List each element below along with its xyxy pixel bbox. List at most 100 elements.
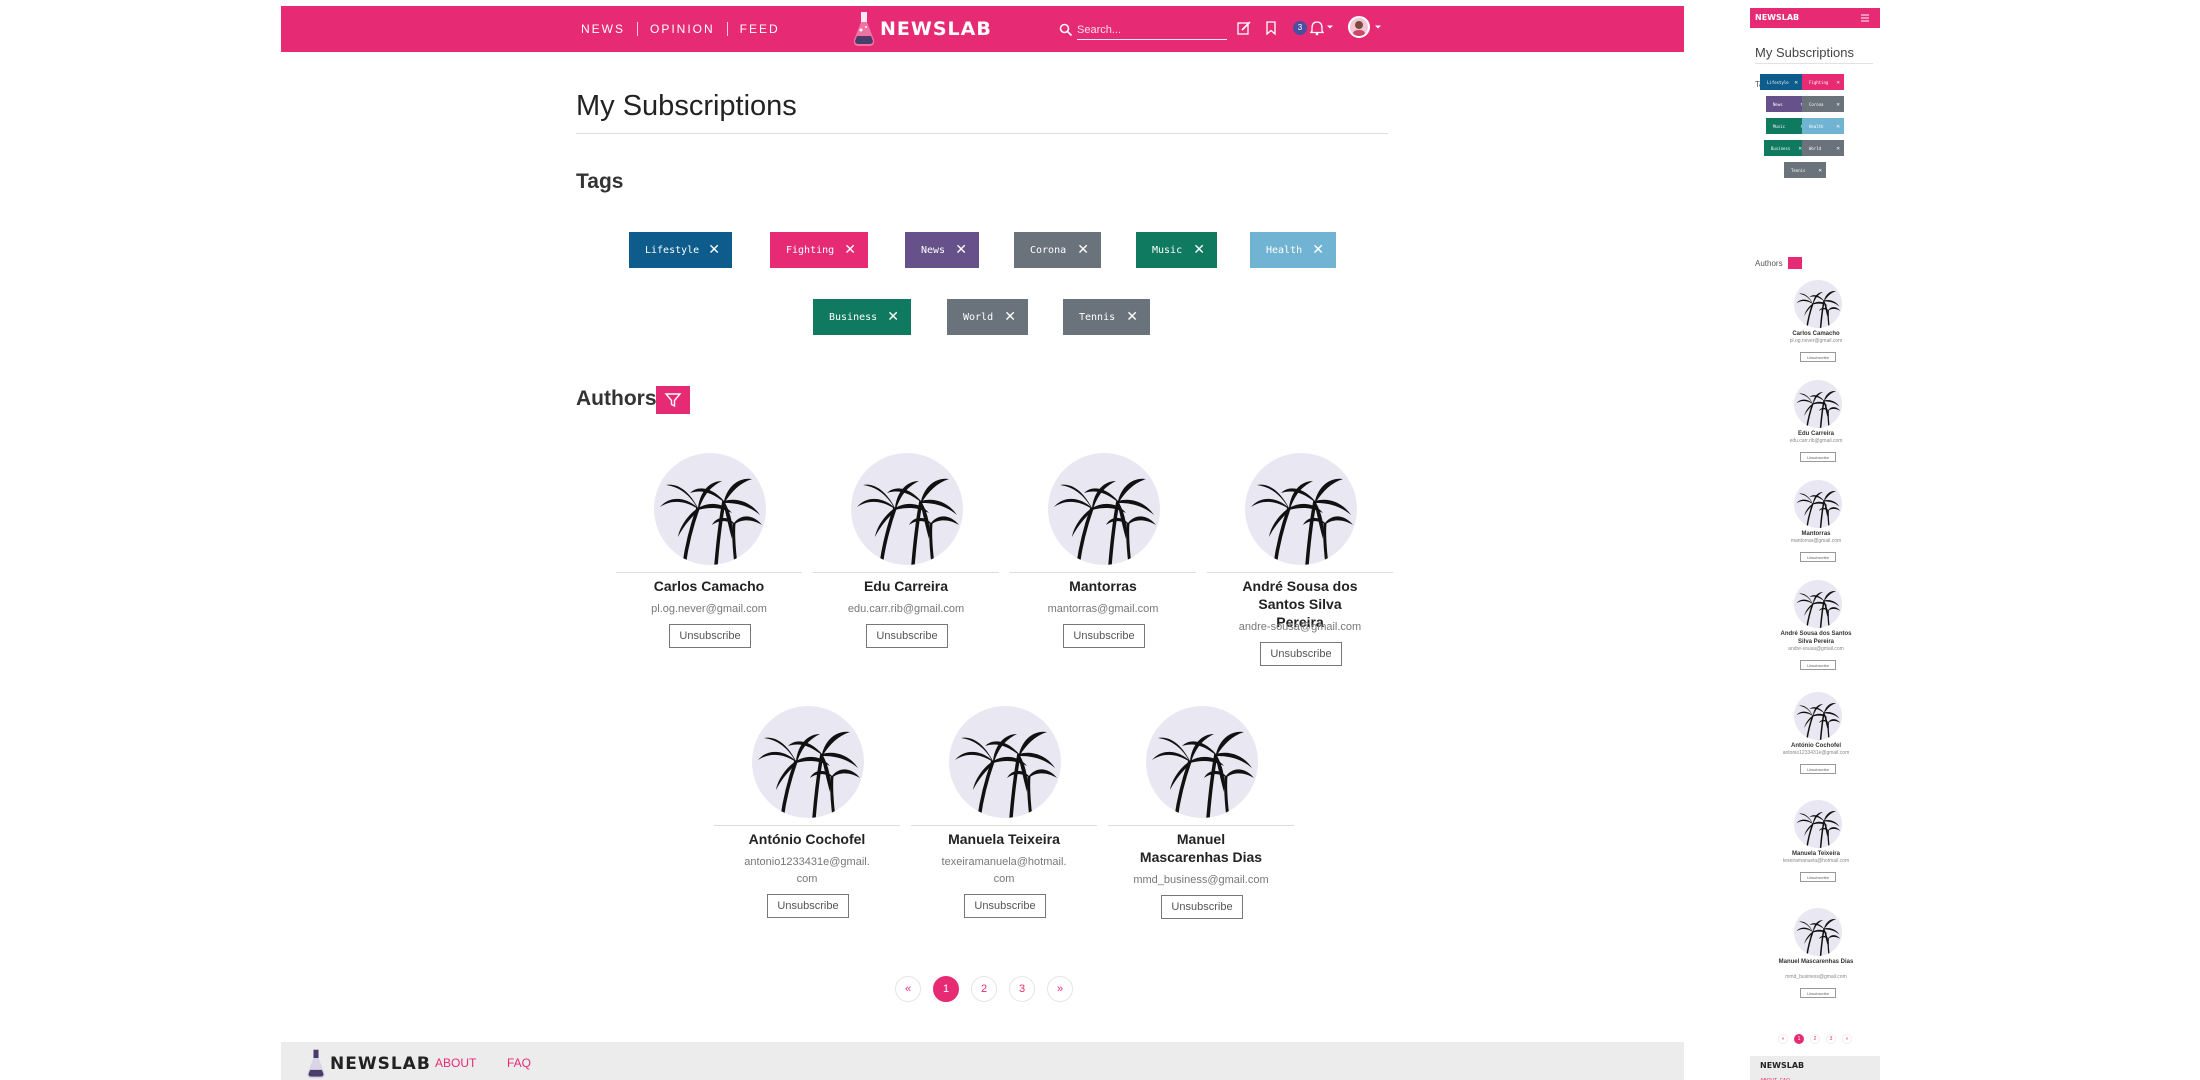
- mobile-tag-chip[interactable]: Corona ✕: [1802, 96, 1844, 112]
- close-icon[interactable]: ✕: [1126, 310, 1138, 324]
- unsubscribe-button[interactable]: Unsubscribe: [1800, 764, 1836, 774]
- author-photo[interactable]: [1794, 692, 1842, 740]
- close-icon[interactable]: ✕: [1794, 79, 1798, 86]
- tag-chip[interactable]: Lifestyle ✕: [629, 232, 732, 268]
- unsubscribe-button[interactable]: Unsubscribe: [1161, 895, 1243, 919]
- author-name: Manuel Mascarenhas Dias: [1778, 959, 1854, 965]
- page-next-button[interactable]: »: [1842, 1034, 1852, 1044]
- footer-link-faq[interactable]: FAQ: [507, 1056, 531, 1070]
- page-next-button[interactable]: »: [1047, 976, 1073, 1002]
- tags-heading: Tags: [576, 170, 624, 193]
- tag-chip[interactable]: Corona ✕: [1014, 232, 1101, 268]
- close-icon[interactable]: ✕: [1836, 123, 1840, 130]
- mobile-tag-chip[interactable]: Business ✕: [1764, 140, 1806, 156]
- author-photo[interactable]: [1794, 280, 1842, 328]
- author-photo[interactable]: [1794, 580, 1842, 628]
- author-photo[interactable]: [851, 453, 963, 565]
- edit-icon[interactable]: [1236, 20, 1252, 36]
- close-icon[interactable]: ✕: [1077, 243, 1089, 257]
- unsubscribe-button[interactable]: Unsubscribe: [669, 624, 751, 648]
- mobile-footer-brand[interactable]: NEWSLAB: [1760, 1061, 1804, 1070]
- author-email: mmd_business@gmail.com: [1133, 874, 1269, 886]
- close-icon[interactable]: ✕: [844, 243, 856, 257]
- nav-link-news[interactable]: NEWS: [581, 22, 625, 36]
- tag-chip[interactable]: Music ✕: [1136, 232, 1217, 268]
- tag-label: News: [921, 244, 946, 256]
- page-button[interactable]: 3: [1009, 976, 1035, 1002]
- close-icon[interactable]: ✕: [1193, 243, 1205, 257]
- tag-chip[interactable]: Business ✕: [813, 299, 911, 335]
- page-button[interactable]: 1: [1794, 1034, 1804, 1044]
- footer: NEWSLAB ABOUT FAQ: [281, 1042, 1684, 1080]
- nav-separator: [637, 22, 638, 36]
- page-button[interactable]: 1: [933, 976, 959, 1002]
- close-icon[interactable]: ✕: [708, 243, 720, 257]
- search-icon[interactable]: [1059, 23, 1073, 37]
- author-photo[interactable]: [654, 453, 766, 565]
- close-icon[interactable]: ✕: [1818, 167, 1822, 174]
- hamburger-menu-icon[interactable]: [1860, 13, 1870, 23]
- tag-chip[interactable]: News ✕: [905, 232, 979, 268]
- author-photo[interactable]: [1245, 453, 1357, 565]
- close-icon[interactable]: ✕: [1004, 310, 1016, 324]
- close-icon[interactable]: ✕: [1836, 101, 1840, 108]
- close-icon[interactable]: ✕: [887, 310, 899, 324]
- close-icon[interactable]: ✕: [1312, 243, 1324, 257]
- page-prev-button[interactable]: «: [895, 976, 921, 1002]
- unsubscribe-button[interactable]: Unsubscribe: [1800, 872, 1836, 882]
- mobile-tag-chip[interactable]: World ✕: [1802, 140, 1844, 156]
- mobile-tag-chip[interactable]: Lifestyle ✕: [1760, 74, 1802, 90]
- nav-link-feed[interactable]: FEED: [740, 22, 780, 36]
- unsubscribe-button[interactable]: Unsubscribe: [1800, 452, 1836, 462]
- chevron-down-icon[interactable]: [1326, 23, 1334, 31]
- bell-icon[interactable]: [1309, 20, 1325, 36]
- unsubscribe-button[interactable]: Unsubscribe: [1800, 552, 1836, 562]
- unsubscribe-button[interactable]: Unsubscribe: [767, 894, 849, 918]
- bookmark-icon[interactable]: [1263, 20, 1279, 36]
- author-photo[interactable]: [1794, 800, 1842, 848]
- tag-chip[interactable]: World ✕: [947, 299, 1028, 335]
- page-button[interactable]: 2: [971, 976, 997, 1002]
- author-photo[interactable]: [1794, 480, 1842, 528]
- tag-chip[interactable]: Fighting ✕: [770, 232, 868, 268]
- page-prev-button[interactable]: «: [1778, 1034, 1788, 1044]
- user-avatar[interactable]: [1348, 16, 1370, 38]
- brand-logo[interactable]: NEWSLAB: [851, 10, 992, 48]
- search-input[interactable]: [1077, 20, 1227, 40]
- unsubscribe-button[interactable]: Unsubscribe: [1063, 624, 1145, 648]
- close-icon[interactable]: ✕: [1836, 79, 1840, 86]
- unsubscribe-button[interactable]: Unsubscribe: [866, 624, 948, 648]
- author-photo[interactable]: [1794, 908, 1842, 956]
- palm-tree-photo-icon: [955, 731, 1057, 818]
- footer-brand[interactable]: NEWSLAB: [305, 1048, 431, 1080]
- unsubscribe-button[interactable]: Unsubscribe: [1260, 642, 1342, 666]
- tag-chip[interactable]: Tennis ✕: [1063, 299, 1150, 335]
- filter-button[interactable]: [656, 386, 690, 414]
- author-email: andre-sousa@gmail.com: [1238, 621, 1362, 633]
- mobile-brand[interactable]: NEWSLAB: [1755, 13, 1799, 22]
- mobile-tag-chip[interactable]: Tennis ✕: [1784, 162, 1826, 178]
- mobile-tag-chip[interactable]: Health ✕: [1802, 118, 1844, 134]
- page-button[interactable]: 2: [1810, 1034, 1820, 1044]
- page-button[interactable]: 3: [1826, 1034, 1836, 1044]
- mobile-tag-chip[interactable]: Fighting ✕: [1802, 74, 1844, 90]
- unsubscribe-button[interactable]: Unsubscribe: [1800, 352, 1836, 362]
- footer-link-about[interactable]: ABOUT: [435, 1056, 476, 1070]
- nav-link-opinion[interactable]: OPINION: [650, 22, 715, 36]
- close-icon[interactable]: ✕: [1836, 145, 1840, 152]
- mobile-filter-button[interactable]: [1788, 257, 1802, 269]
- unsubscribe-button[interactable]: Unsubscribe: [1800, 660, 1836, 670]
- author-photo[interactable]: [1146, 706, 1258, 818]
- author-photo[interactable]: [1794, 380, 1842, 428]
- chevron-down-icon[interactable]: [1374, 23, 1382, 31]
- close-icon[interactable]: ✕: [955, 243, 967, 257]
- author-photo[interactable]: [752, 706, 864, 818]
- author-email: edu.carr.rib@gmail.com: [1789, 438, 1843, 444]
- unsubscribe-button[interactable]: Unsubscribe: [1800, 988, 1836, 998]
- page-title: My Subscriptions: [576, 90, 797, 122]
- author-name: Mantorras: [1801, 531, 1831, 537]
- author-photo[interactable]: [1048, 453, 1160, 565]
- unsubscribe-button[interactable]: Unsubscribe: [964, 894, 1046, 918]
- tag-chip[interactable]: Health ✕: [1250, 232, 1336, 268]
- author-photo[interactable]: [949, 706, 1061, 818]
